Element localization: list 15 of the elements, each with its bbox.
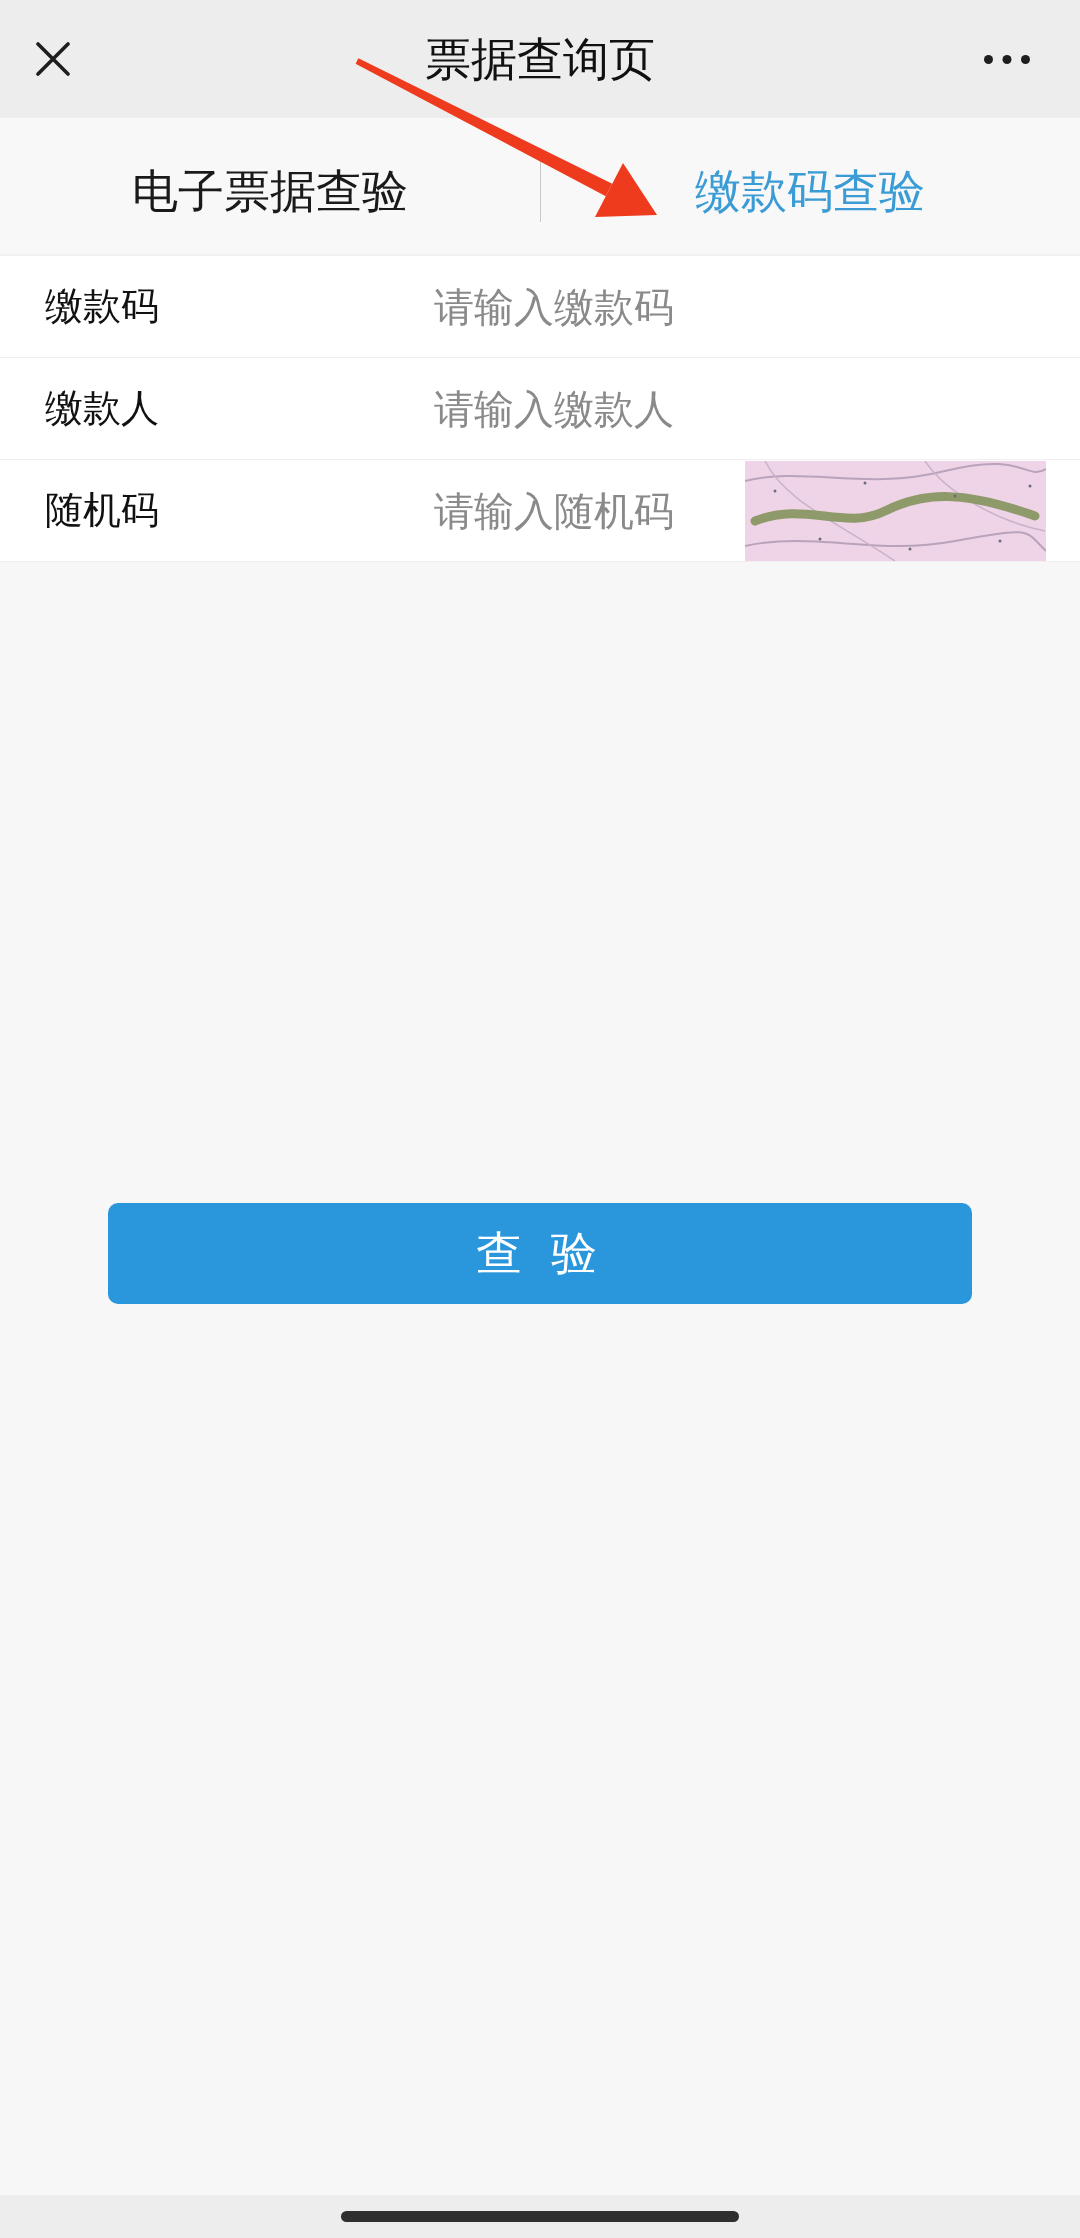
input-field[interactable]: 请输入随机码 xyxy=(434,480,734,541)
tab[interactable]: 电子票据查验 xyxy=(0,118,540,254)
page-title: 票据查询页 xyxy=(425,30,655,88)
close-button[interactable] xyxy=(36,42,70,76)
field-label: 缴款人 xyxy=(45,385,159,432)
input-field[interactable]: 请输入缴款人 xyxy=(434,378,1040,439)
field-label: 随机码 xyxy=(45,487,159,534)
more-button[interactable] xyxy=(984,54,1030,64)
form-row[interactable]: 缴款码 请输入缴款码 xyxy=(0,256,1080,358)
more-icon xyxy=(984,54,1030,64)
close-icon xyxy=(36,42,70,76)
form-row[interactable]: 随机码 请输入随机码 xyxy=(0,460,1080,562)
form-row[interactable]: 缴款人 请输入缴款人 xyxy=(0,358,1080,460)
input-field[interactable]: 请输入缴款码 xyxy=(434,276,1040,337)
field-label: 缴款码 xyxy=(45,283,159,330)
